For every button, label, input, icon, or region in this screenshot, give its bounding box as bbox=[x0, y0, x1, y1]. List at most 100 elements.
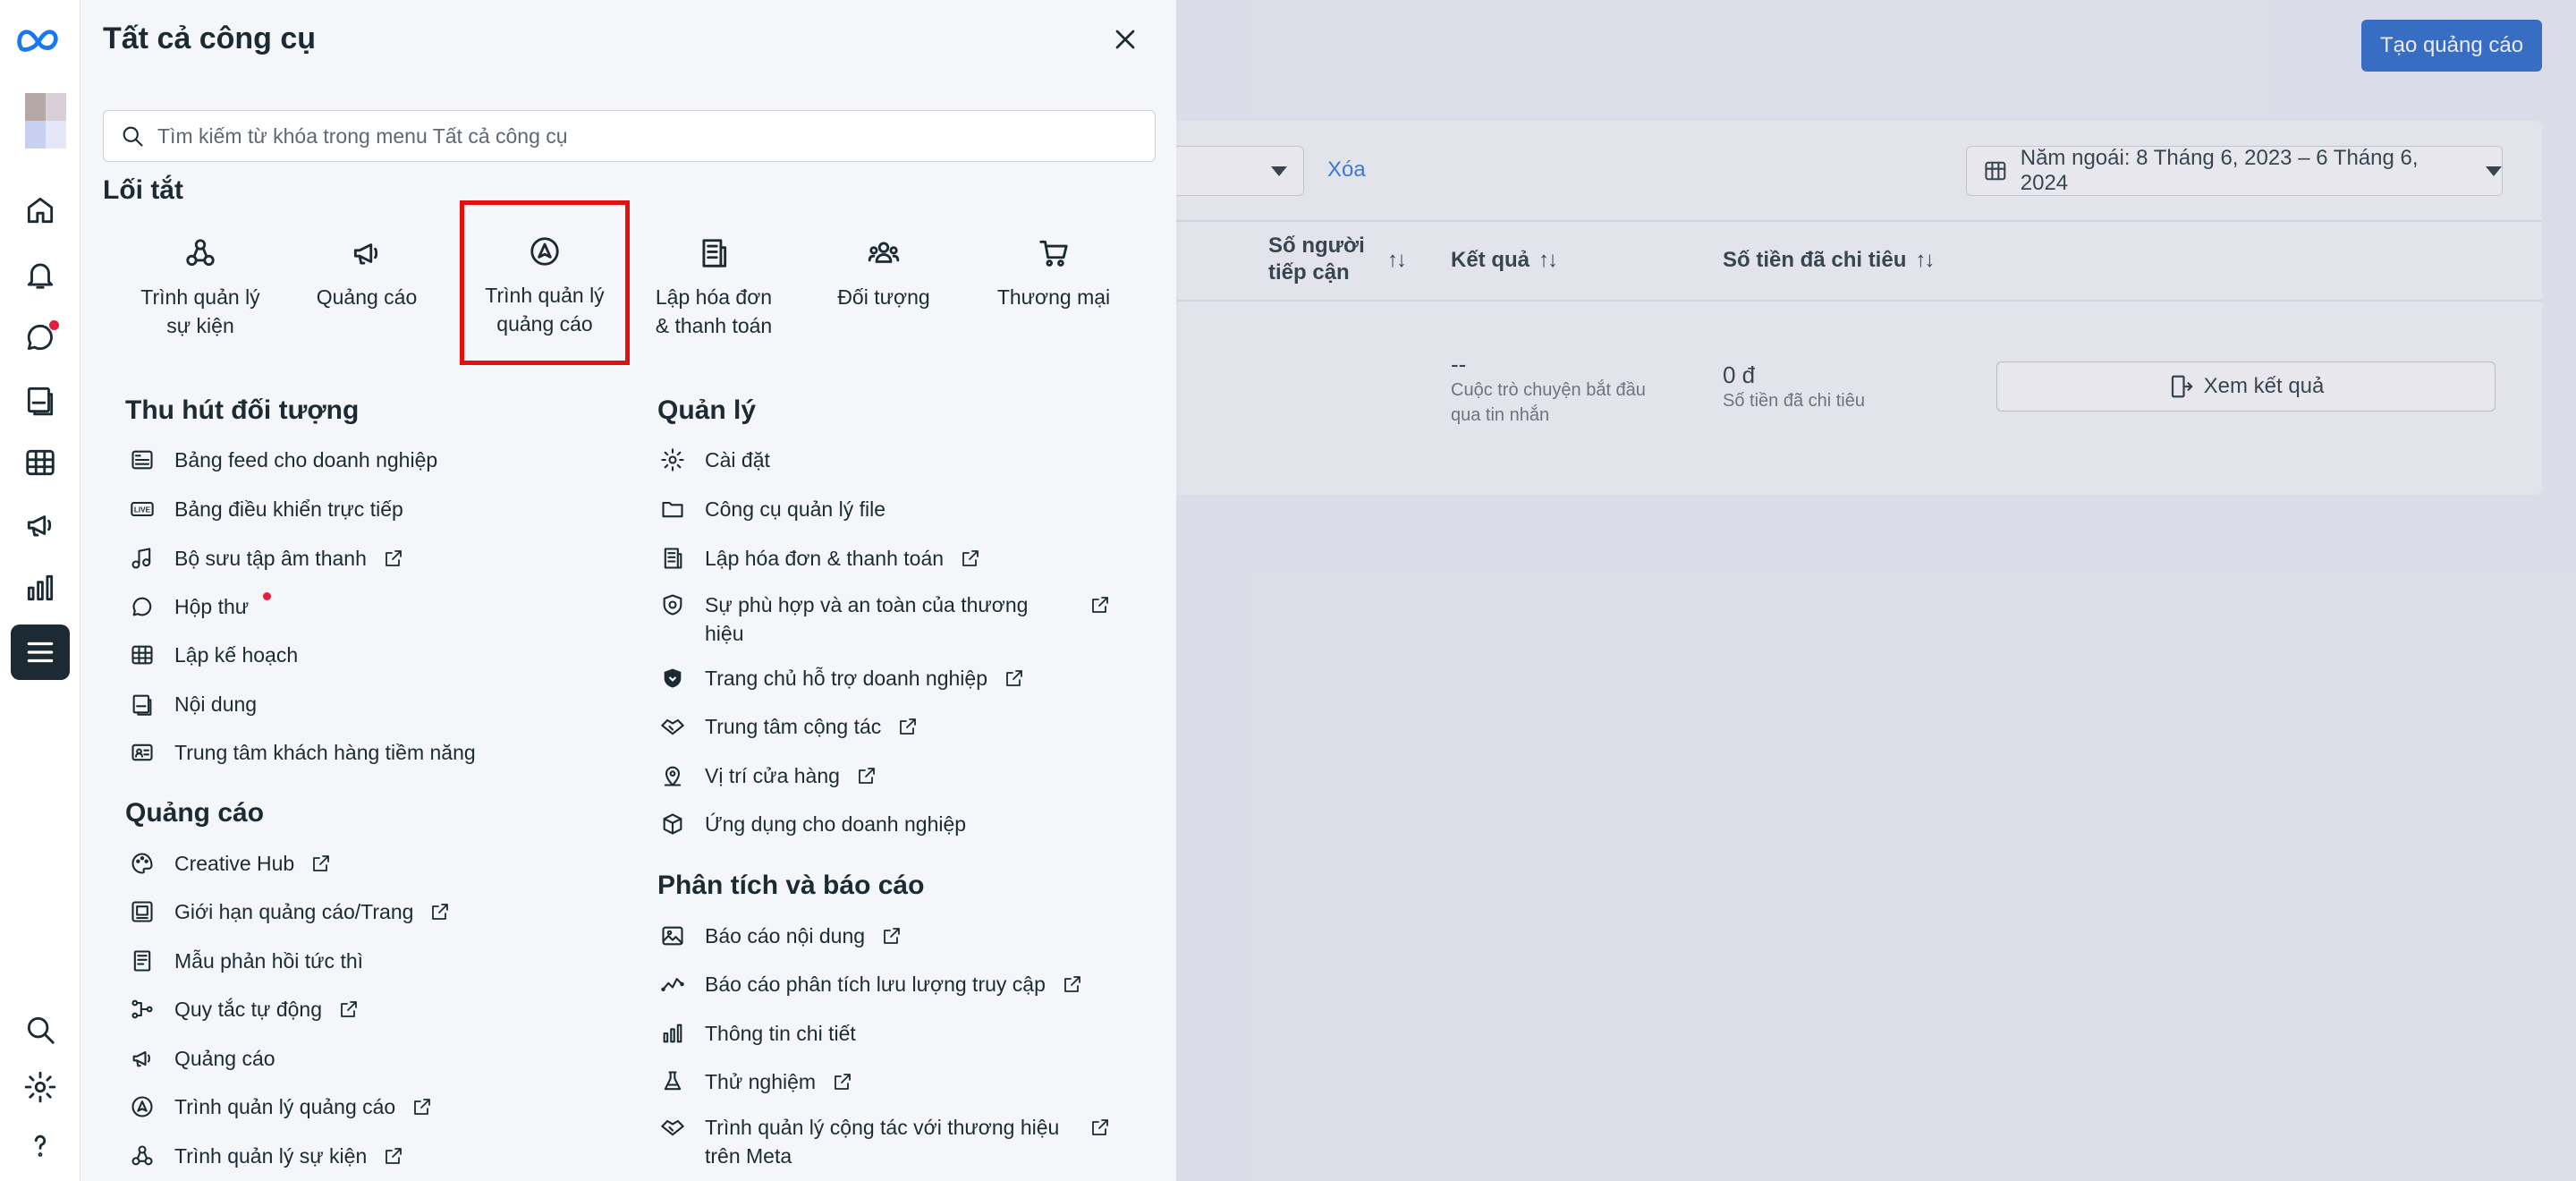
menu-item-ads-manager[interactable]: Trình quản lý quảng cáo bbox=[130, 1092, 433, 1121]
menu-item-collab-center[interactable]: Trung tâm cộng tác bbox=[660, 712, 919, 741]
shortcut-ads[interactable]: Quảng cáo bbox=[283, 202, 451, 363]
shortcut-commerce[interactable]: Thương mại bbox=[970, 202, 1138, 363]
menu-item-label: Bảng điều khiển trực tiếp bbox=[174, 497, 403, 521]
menu-item-experiments[interactable]: Thử nghiệm bbox=[660, 1067, 853, 1096]
external-link-icon bbox=[835, 1074, 851, 1090]
menu-item-traffic-report[interactable]: Báo cáo phân tích lưu lượng truy cập bbox=[660, 970, 1083, 998]
modal-overlay[interactable] bbox=[1176, 0, 2576, 1181]
menu-item-label: Lập kế hoạch bbox=[174, 643, 299, 667]
insights-icon[interactable] bbox=[11, 560, 70, 616]
cube-icon bbox=[663, 813, 682, 835]
menu-item-events-manager[interactable]: Trình quản lý sự kiện bbox=[130, 1142, 404, 1170]
search-icon[interactable] bbox=[11, 1002, 70, 1058]
menu-item-brand-collabs-manager[interactable]: Trình quản lý cộng tác với thương hiệu t… bbox=[660, 1113, 1143, 1170]
menu-item-ad-limits[interactable]: Giới hạn quảng cáo/Trang bbox=[130, 897, 451, 926]
close-button[interactable] bbox=[1109, 23, 1141, 55]
shortcut-audiences[interactable]: Đối tượng bbox=[800, 202, 968, 363]
shortcut-label: Trình quản lý bbox=[140, 285, 260, 309]
external-link-icon bbox=[432, 904, 449, 920]
menu-item-file-manager[interactable]: Công cụ quản lý file bbox=[660, 495, 886, 523]
handshake-icon bbox=[661, 1119, 684, 1136]
notifications-icon[interactable] bbox=[11, 247, 70, 302]
menu-item-settings[interactable]: Cài đặt bbox=[660, 446, 770, 474]
feed-icon bbox=[131, 450, 153, 470]
shortcut-ads-manager[interactable]: Trình quản lý quảng cáo bbox=[460, 200, 630, 365]
menu-item-ads[interactable]: Quảng cáo bbox=[130, 1044, 275, 1073]
menu-item-business-feed[interactable]: Bảng feed cho doanh nghiệp bbox=[130, 446, 437, 474]
image-icon bbox=[662, 926, 683, 946]
shortcut-events-manager[interactable]: Trình quản lý sự kiện bbox=[116, 202, 284, 363]
menu-item-content[interactable]: Nội dung bbox=[130, 690, 257, 718]
help-icon[interactable] bbox=[11, 1118, 70, 1174]
menu-item-billing[interactable]: Lập hóa đơn & thanh toán bbox=[660, 544, 981, 573]
ads-icon[interactable] bbox=[11, 497, 70, 553]
megaphone-icon bbox=[132, 1050, 150, 1067]
notification-dot bbox=[263, 592, 272, 600]
shortcut-label: Thương mại bbox=[996, 285, 1111, 309]
tools-search-input[interactable] bbox=[157, 123, 1123, 149]
avatar-pixel bbox=[46, 121, 66, 149]
menu-item-sound-collection[interactable]: Bộ sưu tập âm thanh bbox=[130, 544, 404, 573]
planner-icon[interactable] bbox=[11, 435, 70, 490]
menu-item-label: Quảng cáo bbox=[174, 1047, 275, 1070]
meta-logo-icon[interactable] bbox=[11, 13, 70, 68]
menu-item-content-report[interactable]: Báo cáo nội dung bbox=[660, 922, 902, 950]
menu-item-brand-safety[interactable]: Sự phù hợp và an toàn của thương hiệu bbox=[660, 590, 1143, 648]
menu-item-label: trên Meta bbox=[705, 1144, 792, 1168]
section-title-manage: Quản lý bbox=[657, 395, 757, 425]
menu-item-store-locations[interactable]: Vị trí cửa hàng bbox=[660, 761, 877, 790]
external-link-icon bbox=[900, 718, 917, 735]
home-icon[interactable] bbox=[11, 183, 70, 238]
shortcut-billing[interactable]: Lập hóa đơn & thanh toán bbox=[630, 202, 798, 363]
table-icon bbox=[26, 449, 55, 476]
content-icon[interactable] bbox=[11, 372, 70, 428]
section-title-engage: Thu hút đối tượng bbox=[125, 395, 360, 425]
settings-icon[interactable] bbox=[11, 1059, 70, 1115]
panel-title: Tất cả công cụ bbox=[103, 21, 317, 55]
menu-item-label: Thông tin chi tiết bbox=[705, 1022, 856, 1045]
all-tools-menu-icon[interactable] bbox=[11, 624, 70, 680]
tools-search-box[interactable] bbox=[103, 110, 1156, 162]
menu-item-label: Trang chủ hỗ trợ doanh nghiệp bbox=[705, 667, 988, 690]
menu-item-label: Trình quản lý cộng tác với thương hiệu bbox=[705, 1116, 1060, 1139]
menu-item-automated-rules[interactable]: Quy tắc tự động bbox=[130, 995, 360, 1024]
messages-icon[interactable] bbox=[11, 310, 70, 365]
menu-item-label: Quy tắc tự động bbox=[174, 998, 322, 1021]
menu-item-business-apps[interactable]: Ứng dụng cho doanh nghiệp bbox=[660, 810, 966, 838]
external-link-icon bbox=[313, 855, 330, 871]
menu-item-inbox[interactable]: Hộp thư bbox=[130, 592, 272, 621]
menu-item-label: Báo cáo nội dung bbox=[705, 924, 866, 947]
menu-item-planner[interactable]: Lập kế hoạch bbox=[130, 641, 298, 669]
menu-item-label: Nội dung bbox=[174, 692, 258, 716]
events-manager-icon bbox=[131, 1145, 153, 1166]
menu-item-label: Creative Hub bbox=[174, 852, 295, 875]
menu-item-label: Giới hạn quảng cáo/Trang bbox=[174, 900, 414, 923]
menu-item-insights[interactable]: Thông tin chi tiết bbox=[660, 1019, 856, 1048]
handshake-icon bbox=[661, 718, 684, 735]
menu-item-creative-hub[interactable]: Creative Hub bbox=[130, 849, 332, 878]
home-icon bbox=[27, 197, 54, 224]
menu-item-live-dashboard[interactable]: LIVE Bảng điều khiển trực tiếp bbox=[130, 495, 403, 523]
menu-item-label: Báo cáo phân tích lưu lượng truy cập bbox=[705, 973, 1046, 996]
table-icon bbox=[131, 645, 153, 665]
menu-item-instant-forms[interactable]: Mẫu phản hồi tức thì bbox=[130, 947, 363, 975]
menu-item-label: Lập hóa đơn & thanh toán bbox=[705, 547, 945, 570]
rules-icon bbox=[131, 999, 153, 1019]
shortcut-label: Quảng cáo bbox=[316, 285, 418, 309]
menu-item-label: hiệu bbox=[705, 622, 744, 645]
live-icon: LIVE bbox=[131, 501, 154, 517]
ads-manager-icon bbox=[530, 237, 559, 266]
menu-item-leads-center[interactable]: Trung tâm khách hàng tiềm năng bbox=[130, 738, 476, 767]
megaphone-icon bbox=[27, 515, 52, 537]
menu-item-business-support-home[interactable]: Trang chủ hỗ trợ doanh nghiệp bbox=[660, 664, 1025, 692]
billing-icon bbox=[702, 239, 727, 268]
menu-item-label: Ứng dụng cho doanh nghiệp bbox=[705, 812, 967, 836]
menu-item-label: Trung tâm khách hàng tiềm năng bbox=[174, 741, 476, 764]
menu-item-label: Cài đặt bbox=[705, 448, 770, 472]
external-link-icon bbox=[341, 1001, 357, 1017]
notification-dot bbox=[49, 320, 59, 330]
avatar[interactable] bbox=[25, 93, 66, 149]
palette-icon bbox=[131, 853, 153, 874]
page-limit-icon bbox=[131, 901, 153, 922]
external-link-icon bbox=[414, 1099, 431, 1115]
